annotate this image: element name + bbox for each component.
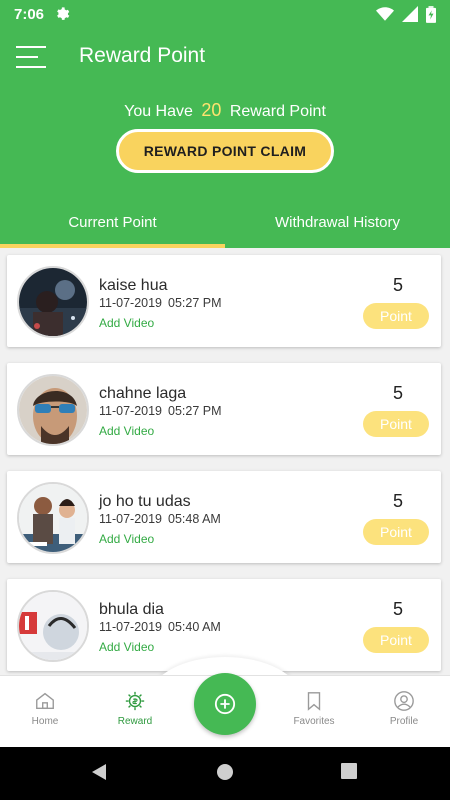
- avatar: [17, 482, 89, 554]
- signal-icon: [402, 6, 418, 22]
- recents-icon[interactable]: [341, 763, 357, 779]
- point-button[interactable]: Point: [363, 303, 429, 329]
- system-navigation-bar: [0, 747, 450, 800]
- bookmark-icon: [307, 692, 321, 711]
- tab-current-point[interactable]: Current Point: [0, 204, 225, 248]
- item-date: 11-07-2019: [99, 620, 163, 634]
- add-video-link[interactable]: Add Video: [99, 424, 154, 438]
- home-icon: [36, 692, 54, 710]
- avatar: [17, 590, 89, 662]
- item-datetime: 11-07-2019 05:27 PM: [99, 404, 222, 418]
- reward-summary: You Have 20 Reward Point: [0, 100, 450, 121]
- gear-icon: [57, 7, 70, 20]
- nav-favorites-label: Favorites: [293, 716, 335, 727]
- list-item[interactable]: chahne laga 11-07-2019 05:27 PM Add Video…: [7, 363, 441, 455]
- item-title: kaise hua: [99, 277, 168, 294]
- reward-suffix: Reward Point: [229, 103, 326, 120]
- item-date: 11-07-2019: [99, 404, 163, 418]
- point-button[interactable]: Point: [363, 519, 429, 545]
- point-button[interactable]: Point: [363, 411, 429, 437]
- item-datetime: 11-07-2019 05:40 AM: [99, 620, 221, 634]
- nav-profile-label: Profile: [389, 716, 419, 727]
- menu-icon[interactable]: [16, 46, 46, 68]
- item-date: 11-07-2019: [99, 512, 163, 526]
- item-time: 05:27 PM: [168, 404, 222, 418]
- avatar: [17, 374, 89, 446]
- add-video-link[interactable]: Add Video: [99, 316, 154, 330]
- home-circle-icon[interactable]: [216, 763, 234, 781]
- item-points: 5: [392, 491, 403, 511]
- item-datetime: 11-07-2019 05:48 AM: [99, 512, 221, 526]
- page-title: Reward Point: [79, 44, 206, 67]
- add-video-link[interactable]: Add Video: [99, 532, 154, 546]
- nav-reward[interactable]: Reward: [90, 690, 180, 727]
- profile-icon: [394, 691, 414, 711]
- nav-reward-label: Reward: [117, 716, 153, 727]
- status-bar: 7:06: [0, 0, 450, 28]
- point-button[interactable]: Point: [363, 627, 429, 653]
- add-button[interactable]: [194, 673, 256, 735]
- reward-list[interactable]: kaise hua 11-07-2019 05:27 PM Add Video 5…: [0, 248, 450, 675]
- list-item[interactable]: jo ho tu udas 11-07-2019 05:48 AM Add Vid…: [7, 471, 441, 563]
- item-points: 5: [392, 275, 403, 295]
- battery-icon: [426, 5, 436, 23]
- tab-withdrawal-history[interactable]: Withdrawal History: [225, 204, 450, 248]
- nav-favorites[interactable]: Favorites: [269, 690, 359, 727]
- header: Reward Point You Have 20 Reward Point RE…: [0, 28, 450, 248]
- item-title: chahne laga: [99, 385, 187, 402]
- list-item[interactable]: kaise hua 11-07-2019 05:27 PM Add Video 5…: [7, 255, 441, 347]
- item-points: 5: [392, 599, 403, 619]
- wifi-icon: [376, 7, 394, 21]
- status-time: 7:06: [14, 5, 45, 23]
- item-time: 05:48 AM: [168, 512, 221, 526]
- item-title: jo ho tu udas: [99, 493, 191, 510]
- item-title: bhula dia: [99, 601, 164, 618]
- nav-home[interactable]: Home: [0, 690, 90, 727]
- reward-icon: [125, 691, 145, 711]
- tab-bar: Current Point Withdrawal History: [0, 204, 450, 248]
- nav-profile[interactable]: Profile: [359, 690, 449, 727]
- item-points: 5: [392, 383, 403, 403]
- reward-prefix: You Have: [124, 103, 193, 120]
- reward-point-claim-button[interactable]: REWARD POINT CLAIM: [116, 129, 334, 173]
- back-icon[interactable]: [90, 763, 108, 781]
- avatar: [17, 266, 89, 338]
- item-time: 05:27 PM: [168, 296, 222, 310]
- reward-count: 20: [201, 100, 222, 120]
- item-datetime: 11-07-2019 05:27 PM: [99, 296, 222, 310]
- add-video-link[interactable]: Add Video: [99, 640, 154, 654]
- item-time: 05:40 AM: [168, 620, 221, 634]
- nav-home-label: Home: [31, 716, 59, 727]
- plus-circle-icon: [214, 693, 236, 715]
- item-date: 11-07-2019: [99, 296, 163, 310]
